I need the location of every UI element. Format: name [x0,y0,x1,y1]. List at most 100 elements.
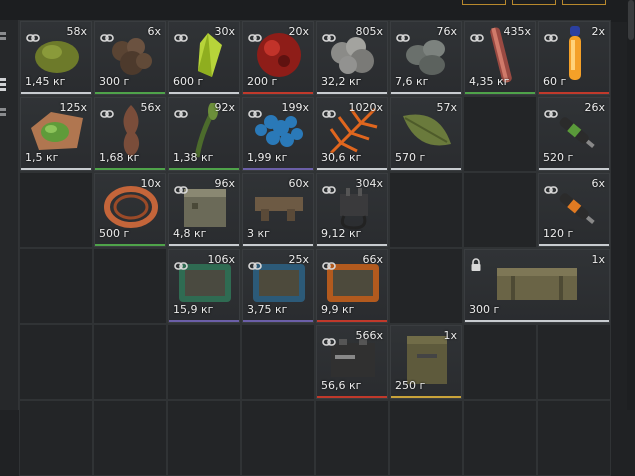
link-icon[interactable] [26,28,40,42]
item-weight: 300 г [469,303,500,316]
top-tab-3[interactable] [562,0,606,5]
item-count: 2x [591,25,605,38]
grid-cell[interactable] [93,248,167,324]
grid-cell[interactable] [93,400,167,476]
grid-cell[interactable] [463,400,537,476]
link-icon[interactable] [100,28,114,42]
inventory-item-metal-rod[interactable]: 435x 4,35 кг [464,21,536,95]
grid-cell[interactable] [19,324,93,400]
link-icon[interactable] [322,256,336,270]
grid-cell[interactable] [463,324,537,400]
item-count: 304x [355,177,383,190]
inventory-item-blue-coral[interactable]: 199x 1,99 кг [242,97,314,171]
inventory-item-orange-syringe[interactable]: 6x 120 г [538,173,610,247]
list-view-icon[interactable] [0,32,8,46]
inventory-item-circuit-green[interactable]: 106x 15,9 кг [168,249,240,323]
grid-cell[interactable] [537,400,611,476]
item-weight: 60 г [543,75,567,88]
link-icon[interactable] [322,104,336,118]
item-count: 10x [140,177,161,190]
grid-cell[interactable] [389,172,463,248]
grid-cell[interactable] [167,400,241,476]
grid-cell[interactable] [19,400,93,476]
inventory-item-green-stalk[interactable]: 92x 1,38 кг [168,97,240,171]
inventory-item-circuit-orange[interactable]: 66x 9,9 кг [316,249,388,323]
grid-cell[interactable] [93,324,167,400]
inventory-item-ammo-crate[interactable]: 1x 300 г [464,249,610,323]
item-count: 106x [207,253,235,266]
rarity-bar [465,320,609,322]
inventory-item-cable-device[interactable]: 304x 9,12 кг [316,173,388,247]
link-icon[interactable] [248,28,262,42]
inventory-item-battery[interactable]: 566x 56,6 кг [316,325,388,399]
link-icon[interactable] [396,28,410,42]
filter-view-icon[interactable] [0,108,8,122]
inventory-item-copper-coil[interactable]: 10x 500 г [94,173,166,247]
link-icon[interactable] [470,28,484,42]
rarity-bar [95,244,165,246]
link-icon[interactable] [248,104,262,118]
top-tab-1[interactable] [462,0,506,5]
link-icon[interactable] [174,28,188,42]
link-icon[interactable] [174,104,188,118]
grid-cell[interactable] [389,248,463,324]
grid-cell[interactable] [19,172,93,248]
grid-cell[interactable] [167,324,241,400]
item-weight: 9,12 кг [321,227,362,240]
item-count: 6x [591,177,605,190]
rarity-bar [169,320,239,322]
inventory-item-brown-root[interactable]: 56x 1,68 кг [94,97,166,171]
grid-cell[interactable] [537,324,611,400]
lock-icon[interactable] [470,256,484,271]
item-weight: 600 г [173,75,204,88]
inventory-item-yellow-crystal[interactable]: 30x 600 г [168,21,240,95]
link-icon[interactable] [322,180,336,194]
link-icon[interactable] [544,180,558,194]
link-icon[interactable] [544,104,558,118]
top-bar [0,0,635,22]
grid-cell[interactable] [19,248,93,324]
inventory-item-dark-pebbles[interactable]: 76x 7,6 кг [390,21,462,95]
item-count: 56x [140,101,161,114]
item-weight: 520 г [543,151,574,164]
link-icon[interactable] [322,28,336,42]
top-tab-2[interactable] [512,0,556,5]
inventory-item-orange-vial[interactable]: 2x 60 г [538,21,610,95]
inventory-item-green-leaf[interactable]: 57x 570 г [390,97,462,171]
inventory-item-military-case[interactable]: 1x 250 г [390,325,462,399]
rarity-bar [391,396,461,398]
link-icon[interactable] [174,256,188,270]
inventory-item-brown-ore[interactable]: 6x 300 г [94,21,166,95]
inventory-item-circuit-blue[interactable]: 25x 3,75 кг [242,249,314,323]
item-count: 199x [281,101,309,114]
rarity-bar [243,320,313,322]
rarity-bar [21,168,91,170]
item-weight: 4,8 кг [173,227,207,240]
scrollbar[interactable] [627,0,635,410]
inventory-item-grey-stone[interactable]: 805x 32,2 кг [316,21,388,95]
inventory-item-orange-fern[interactable]: 1020x 30,6 кг [316,97,388,171]
grid-cell[interactable] [241,324,315,400]
link-icon[interactable] [100,104,114,118]
link-icon[interactable] [248,256,262,270]
inventory-item-metal-box[interactable]: 96x 4,8 кг [168,173,240,247]
inventory-item-red-orb[interactable]: 20x 200 г [242,21,314,95]
inventory-item-moss-rock[interactable]: 58x 1,45 кг [20,21,92,95]
inventory-item-brown-part[interactable]: 60x 3 кг [242,173,314,247]
grid-view-icon[interactable] [0,78,8,92]
grid-cell[interactable] [241,400,315,476]
rarity-bar [317,396,387,398]
rarity-bar [391,92,461,94]
scroll-thumb[interactable] [628,0,634,40]
inventory-item-green-syringe[interactable]: 26x 520 г [538,97,610,171]
inventory-item-green-blob[interactable]: 125x 1,5 кг [20,97,92,171]
item-count: 26x [584,101,605,114]
grid-cell[interactable] [389,400,463,476]
grid-cell[interactable] [463,96,537,172]
link-icon[interactable] [322,332,336,346]
grid-cell[interactable] [315,400,389,476]
item-count: 1020x [348,101,383,114]
link-icon[interactable] [544,28,558,42]
link-icon[interactable] [174,180,188,194]
grid-cell[interactable] [463,172,537,248]
